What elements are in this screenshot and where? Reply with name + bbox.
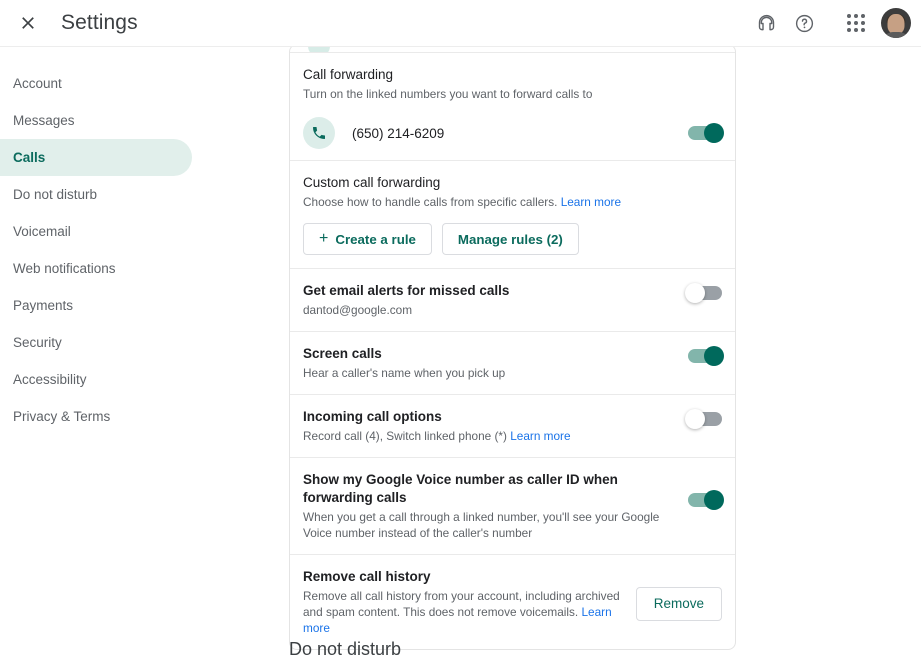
custom-call-forwarding-subtitle-text: Choose how to handle calls from specific…	[303, 195, 557, 209]
help-circle-icon	[794, 13, 815, 34]
sidebar-item-label: Payments	[13, 298, 73, 313]
incoming-call-options-subtitle-text: Record call (4), Switch linked phone (*)	[303, 429, 507, 443]
sidebar-item-accessibility[interactable]: Accessibility	[0, 361, 192, 398]
sidebar-item-label: Calls	[13, 150, 45, 165]
create-a-rule-label: Create a rule	[335, 232, 416, 247]
sidebar-item-privacy-terms[interactable]: Privacy & Terms	[0, 398, 192, 435]
toggle-knob	[704, 346, 724, 366]
email-alerts-title: Get email alerts for missed calls	[303, 282, 678, 300]
sidebar-item-label: Voicemail	[13, 224, 71, 239]
remove-call-history-row: Remove call history Remove all call hist…	[290, 555, 735, 649]
create-a-rule-button[interactable]: + Create a rule	[303, 223, 432, 255]
avatar-face	[888, 14, 905, 34]
sidebar-item-label: Web notifications	[13, 261, 116, 276]
caller-id-toggle[interactable]	[688, 493, 722, 507]
screen-calls-subtitle: Hear a caller's name when you pick up	[303, 365, 678, 381]
help-button[interactable]	[785, 4, 823, 42]
sidebar-item-do-not-disturb[interactable]: Do not disturb	[0, 176, 192, 213]
sidebar-item-security[interactable]: Security	[0, 324, 192, 361]
toggle-knob	[685, 409, 705, 429]
clipped-row-above	[290, 47, 735, 53]
sidebar-item-label: Messages	[13, 113, 75, 128]
manage-rules-label: Manage rules (2)	[458, 232, 563, 247]
incoming-call-options-row: Incoming call options Record call (4), S…	[290, 395, 735, 458]
sidebar-item-calls[interactable]: Calls	[0, 139, 192, 176]
remove-call-history-subtitle: Remove all call history from your accoun…	[303, 588, 620, 636]
screen-calls-row: Screen calls Hear a caller's name when y…	[290, 332, 735, 395]
avatar-shoulders	[882, 32, 910, 38]
close-icon	[18, 13, 38, 33]
manage-rules-button[interactable]: Manage rules (2)	[442, 223, 579, 255]
headset-icon	[756, 13, 777, 34]
email-alerts-toggle[interactable]	[688, 286, 722, 300]
call-forwarding-subtitle: Turn on the linked numbers you want to f…	[303, 86, 712, 102]
phone-icon	[303, 117, 335, 149]
sidebar-item-label: Accessibility	[13, 372, 87, 387]
plus-icon: +	[319, 231, 328, 247]
close-button[interactable]	[8, 3, 48, 43]
remove-call-history-button[interactable]: Remove	[636, 587, 722, 621]
incoming-call-options-learn-more-link[interactable]: Learn more	[510, 429, 570, 443]
settings-sidebar: Account Messages Calls Do not disturb Vo…	[0, 47, 230, 435]
settings-content[interactable]: Call forwarding Turn on the linked numbe…	[230, 47, 921, 662]
support-button[interactable]	[747, 4, 785, 42]
sidebar-item-web-notifications[interactable]: Web notifications	[0, 250, 192, 287]
custom-call-forwarding-subtitle: Choose how to handle calls from specific…	[303, 194, 712, 210]
toggle-knob	[704, 123, 724, 143]
sidebar-item-messages[interactable]: Messages	[0, 102, 192, 139]
app-header: Settings	[0, 0, 921, 47]
sidebar-item-label: Do not disturb	[13, 187, 97, 202]
sidebar-item-payments[interactable]: Payments	[0, 287, 192, 324]
calls-settings-card: Call forwarding Turn on the linked numbe…	[289, 47, 736, 650]
sidebar-item-label: Privacy & Terms	[13, 409, 110, 424]
sidebar-item-account[interactable]: Account	[0, 65, 192, 102]
caller-id-row: Show my Google Voice number as caller ID…	[290, 458, 735, 555]
next-section-heading: Do not disturb	[289, 639, 401, 660]
clipped-avatar-chip-icon	[308, 47, 330, 53]
toggle-knob	[685, 283, 705, 303]
email-alerts-subtitle: dantod@google.com	[303, 302, 678, 318]
sidebar-item-voicemail[interactable]: Voicemail	[0, 213, 192, 250]
custom-call-forwarding-learn-more-link[interactable]: Learn more	[561, 195, 621, 209]
apps-grid-icon	[847, 14, 865, 32]
incoming-call-options-title: Incoming call options	[303, 408, 678, 426]
call-forwarding-header: Call forwarding Turn on the linked numbe…	[290, 53, 735, 106]
custom-call-forwarding-section: Custom call forwarding Choose how to han…	[290, 161, 735, 269]
screen-calls-toggle[interactable]	[688, 349, 722, 363]
screen-calls-title: Screen calls	[303, 345, 678, 363]
toggle-knob	[704, 490, 724, 510]
caller-id-title: Show my Google Voice number as caller ID…	[303, 471, 672, 507]
google-apps-button[interactable]	[837, 4, 875, 42]
remove-call-history-title: Remove call history	[303, 568, 620, 586]
sidebar-item-label: Security	[13, 335, 62, 350]
email-alerts-row: Get email alerts for missed calls dantod…	[290, 269, 735, 332]
incoming-call-options-subtitle: Record call (4), Switch linked phone (*)…	[303, 428, 678, 444]
caller-id-subtitle: When you get a call through a linked num…	[303, 509, 672, 541]
incoming-call-options-toggle[interactable]	[688, 412, 722, 426]
linked-number-toggle[interactable]	[688, 126, 722, 140]
linked-number-label: (650) 214-6209	[352, 126, 688, 141]
page-title: Settings	[61, 11, 138, 35]
linked-number-row[interactable]: (650) 214-6209	[290, 106, 735, 161]
custom-call-forwarding-title: Custom call forwarding	[303, 174, 712, 192]
call-forwarding-title: Call forwarding	[303, 66, 712, 84]
sidebar-item-label: Account	[13, 76, 62, 91]
avatar[interactable]	[881, 8, 911, 38]
custom-call-forwarding-actions: + Create a rule Manage rules (2)	[303, 223, 712, 255]
remove-call-history-subtitle-text: Remove all call history from your accoun…	[303, 589, 620, 619]
